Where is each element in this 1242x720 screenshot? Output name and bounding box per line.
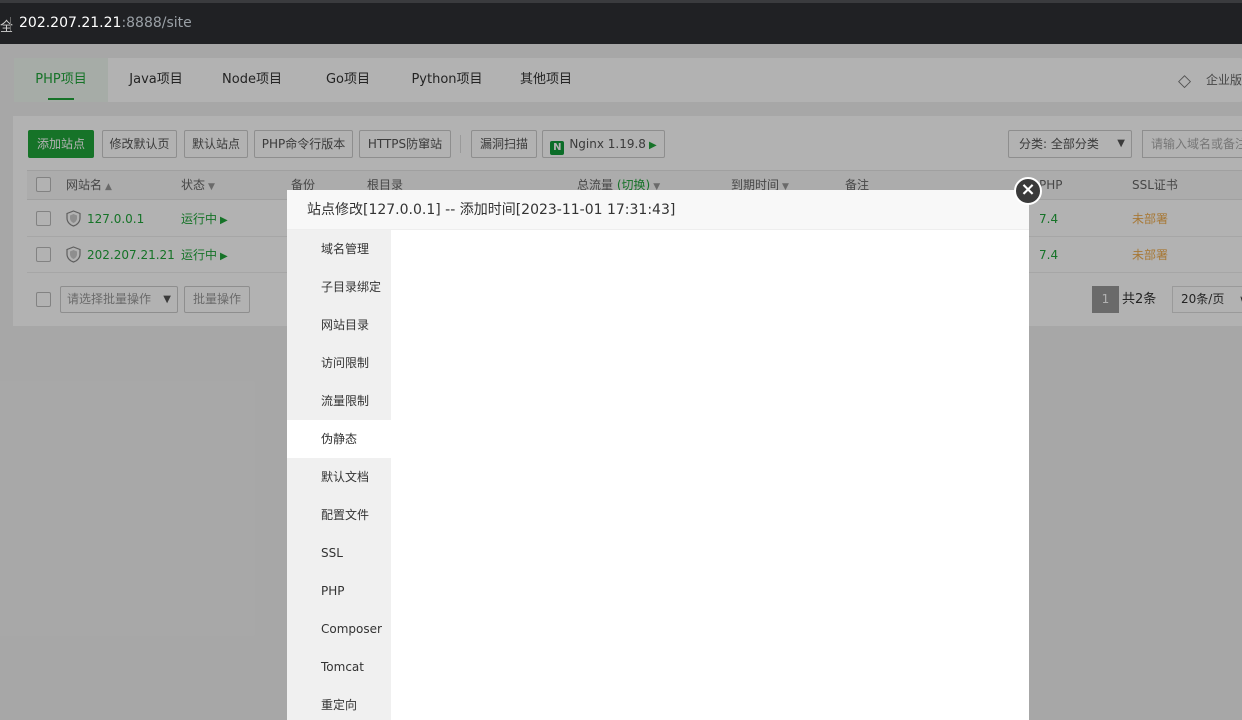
modal-title: 站点修改[127.0.0.1] -- 添加时间[2023-11-01 17:31… — [287, 190, 1029, 230]
modal-content-area — [391, 230, 1029, 720]
menu-item-subdir-bind[interactable]: 子目录绑定 — [287, 268, 391, 306]
menu-item-default-doc[interactable]: 默认文档 — [287, 458, 391, 496]
url-host: 202.207.21.21 — [19, 15, 122, 31]
address-separator — [10, 17, 11, 31]
menu-item-ssl[interactable]: SSL — [287, 534, 391, 572]
browser-address-bar[interactable]: 全 202.207.21.21:8888/site — [0, 0, 1242, 44]
url-text[interactable]: 202.207.21.21:8888/site — [19, 15, 192, 31]
menu-item-tomcat[interactable]: Tomcat — [287, 648, 391, 686]
menu-item-site-dir[interactable]: 网站目录 — [287, 306, 391, 344]
menu-item-php[interactable]: PHP — [287, 572, 391, 610]
site-edit-modal: 站点修改[127.0.0.1] -- 添加时间[2023-11-01 17:31… — [287, 190, 1029, 720]
menu-item-domain[interactable]: 域名管理 — [287, 230, 391, 268]
menu-item-config-file[interactable]: 配置文件 — [287, 496, 391, 534]
modal-side-menu: 域名管理 子目录绑定 网站目录 访问限制 流量限制 伪静态 默认文档 配置文件 … — [287, 230, 391, 720]
menu-item-redirect[interactable]: 重定向 — [287, 686, 391, 720]
url-path: :8888/site — [121, 15, 192, 31]
menu-item-access-limit[interactable]: 访问限制 — [287, 344, 391, 382]
menu-item-rewrite[interactable]: 伪静态 — [287, 420, 391, 458]
menu-item-traffic-limit[interactable]: 流量限制 — [287, 382, 391, 420]
close-icon[interactable]: × — [1014, 177, 1042, 205]
menu-item-composer[interactable]: Composer — [287, 610, 391, 648]
site-info-icon[interactable]: 全 — [0, 16, 13, 35]
